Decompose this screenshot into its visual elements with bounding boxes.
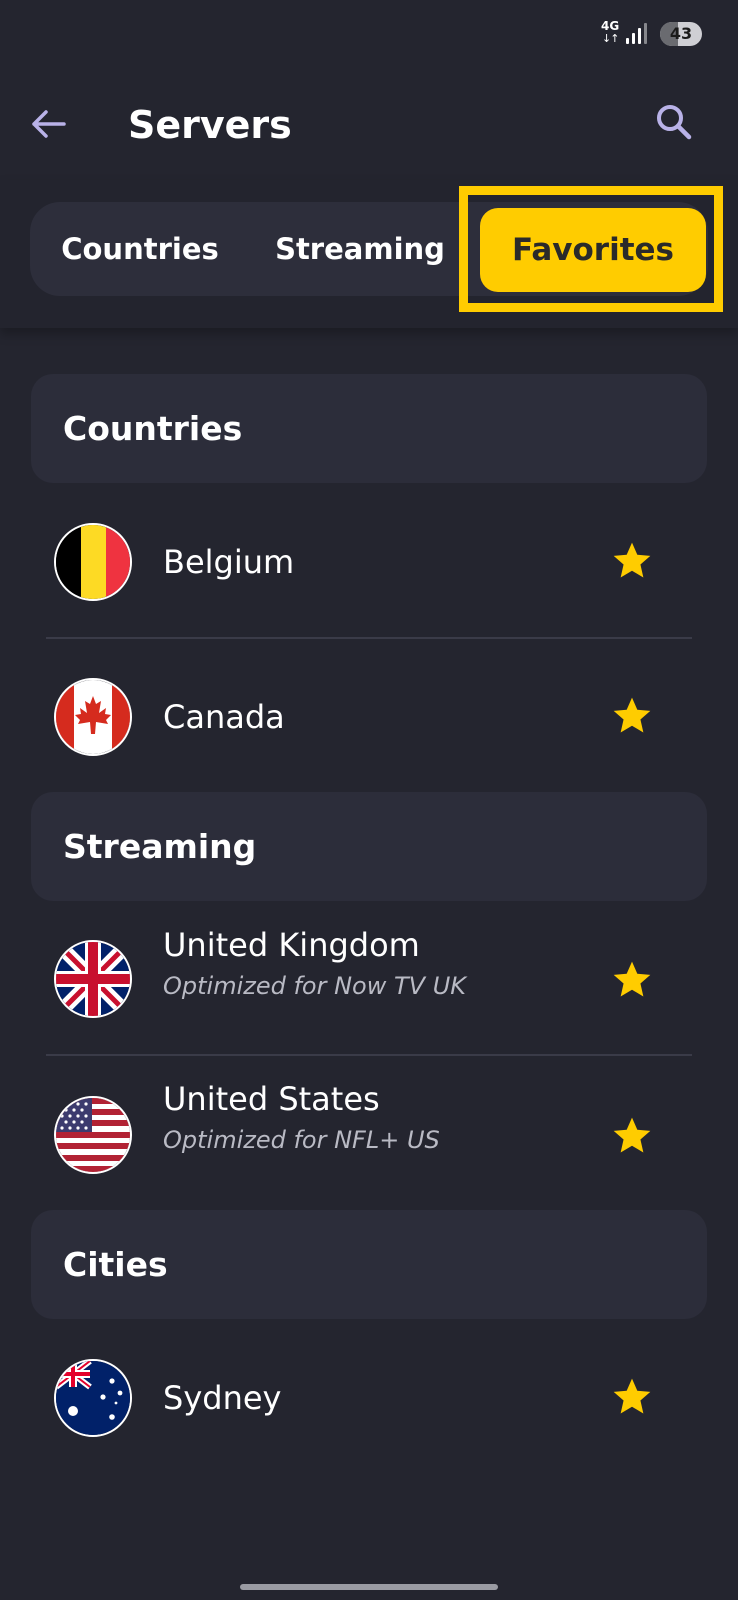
home-indicator[interactable] — [240, 1584, 498, 1590]
canada-flag-icon — [54, 678, 132, 756]
server-row-belgium[interactable]: Belgium — [0, 493, 738, 633]
us-flag-icon — [54, 1096, 132, 1174]
section-title: Streaming — [63, 827, 257, 866]
favorite-star-icon[interactable] — [610, 1375, 654, 1419]
server-name: United Kingdom — [163, 926, 420, 964]
server-row-united-kingdom[interactable]: United Kingdom Optimized for Now TV UK — [0, 908, 738, 1048]
favorite-star-icon[interactable] — [610, 694, 654, 738]
section-header-cities: Cities — [31, 1210, 707, 1319]
server-subtitle: Optimized for NFL+ US — [163, 1126, 440, 1154]
status-bar: 4G ↓↑ 43 — [0, 0, 738, 70]
server-name: Canada — [163, 698, 285, 736]
belgium-flag-icon — [54, 523, 132, 601]
server-row-sydney[interactable]: Sydney — [0, 1329, 738, 1469]
server-name: United States — [163, 1080, 380, 1118]
search-button[interactable] — [648, 96, 700, 148]
divider — [46, 637, 692, 639]
australia-flag-icon — [54, 1359, 132, 1437]
favorite-star-icon[interactable] — [610, 1114, 654, 1158]
section-title: Countries — [63, 409, 243, 448]
favorite-star-icon[interactable] — [610, 958, 654, 1002]
data-activity-icon: ↓↑ — [602, 32, 619, 45]
server-name: Sydney — [163, 1379, 282, 1417]
server-subtitle: Optimized for Now TV UK — [163, 972, 467, 1000]
section-header-streaming: Streaming — [31, 792, 707, 901]
search-icon — [657, 105, 692, 140]
battery-level: 43 — [669, 24, 693, 43]
signal-icon — [626, 22, 650, 44]
divider — [46, 1054, 692, 1056]
favorite-star-icon[interactable] — [610, 539, 654, 583]
server-row-canada[interactable]: Canada — [0, 648, 738, 788]
section-header-countries: Countries — [31, 374, 707, 483]
tab-countries[interactable]: Countries — [40, 202, 240, 296]
tab-streaming[interactable]: Streaming — [260, 202, 460, 296]
uk-flag-icon — [54, 940, 132, 1018]
tab-favorites[interactable]: Favorites — [480, 208, 706, 292]
network-type: 4G — [601, 19, 620, 33]
arrow-left-icon — [32, 110, 66, 138]
server-name: Belgium — [163, 543, 295, 581]
back-button[interactable] — [22, 98, 74, 150]
battery-icon: 43 — [660, 22, 702, 46]
top-app-bar: Servers — [0, 70, 738, 180]
page-title: Servers — [128, 103, 292, 147]
server-row-united-states[interactable]: United States Optimized for NFL+ US — [0, 1062, 738, 1202]
section-title: Cities — [63, 1245, 168, 1284]
